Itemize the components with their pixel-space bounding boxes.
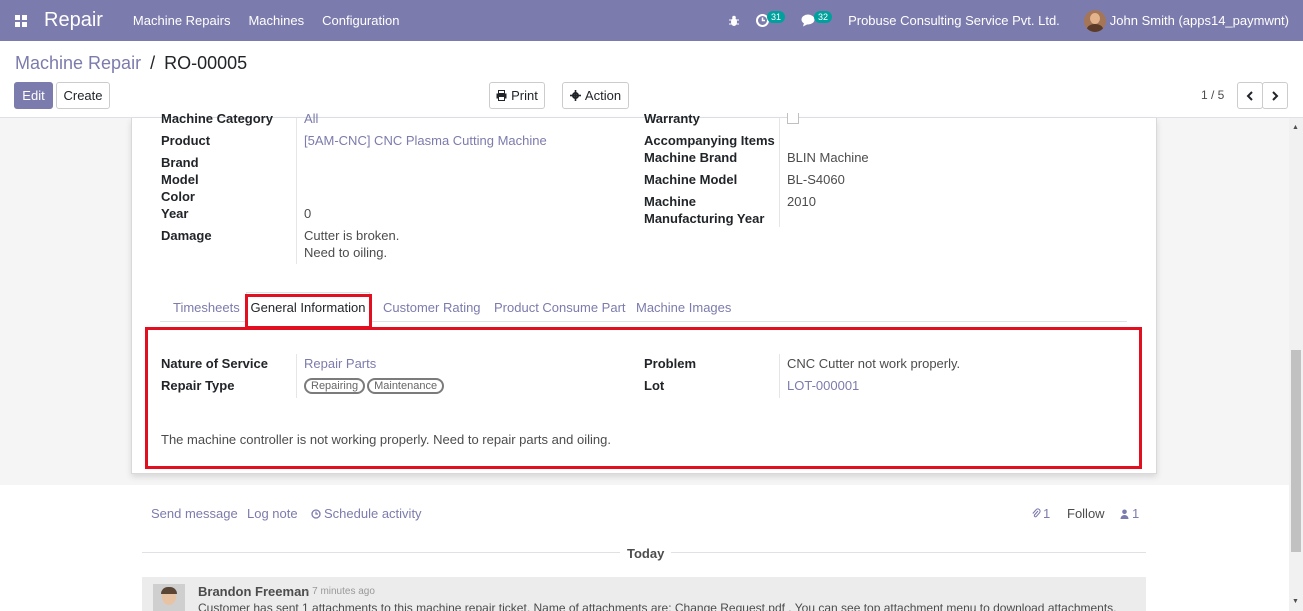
machine-category-value[interactable]: All bbox=[304, 111, 318, 126]
date-divider-label: Today bbox=[620, 546, 672, 561]
activity-count-badge: 31 bbox=[767, 10, 786, 23]
damage-line-1: Cutter is broken. bbox=[304, 228, 400, 243]
machine-model-value: BL-S4060 bbox=[787, 172, 845, 187]
highlight-tab-box bbox=[245, 294, 372, 329]
apps-menu-icon[interactable] bbox=[0, 0, 42, 41]
log-note-button[interactable]: Log note bbox=[247, 506, 298, 521]
message-body: Customer has sent 1 attachments to this … bbox=[198, 601, 1117, 611]
breadcrumb-parent[interactable]: Machine Repair bbox=[15, 53, 141, 73]
grid-icon bbox=[15, 14, 27, 27]
debug-bug-icon[interactable] bbox=[728, 15, 740, 27]
scroll-down-arrow-icon[interactable]: ▼ bbox=[1292, 598, 1299, 605]
product-value[interactable]: [5AM-CNC] CNC Plasma Cutting Machine bbox=[304, 133, 547, 148]
right-group-separator bbox=[779, 118, 780, 227]
breadcrumb-current: RO-00005 bbox=[164, 53, 248, 73]
tab-product-consume-part[interactable]: Product Consume Part bbox=[494, 300, 626, 315]
followers-button[interactable]: 1 bbox=[1120, 506, 1139, 521]
machine-brand-value: BLIN Machine bbox=[787, 150, 869, 165]
follow-button[interactable]: Follow bbox=[1067, 506, 1105, 521]
warranty-checkbox[interactable] bbox=[787, 113, 799, 124]
message-date: - 7 minutes ago bbox=[306, 586, 375, 597]
chatter-message: Brandon Freeman - 7 minutes ago Customer… bbox=[142, 577, 1146, 611]
edit-button[interactable]: Edit bbox=[14, 82, 53, 109]
tab-machine-images[interactable]: Machine Images bbox=[636, 300, 731, 315]
attachments-button[interactable]: 1 bbox=[1031, 506, 1050, 521]
damage-label: Damage bbox=[161, 228, 212, 243]
menu-machine-repairs[interactable]: Machine Repairs bbox=[133, 13, 231, 28]
user-menu[interactable]: John Smith (apps14_paymwnt) bbox=[1110, 13, 1289, 28]
damage-line-2: Need to oiling. bbox=[304, 245, 388, 260]
print-icon bbox=[496, 90, 507, 101]
message-author[interactable]: Brandon Freeman bbox=[198, 584, 309, 599]
model-label: Model bbox=[161, 172, 199, 187]
warranty-label: Warranty bbox=[644, 111, 700, 126]
tab-timesheets[interactable]: Timesheets bbox=[173, 300, 240, 315]
top-navbar: Repair Machine Repairs Machines Configur… bbox=[0, 0, 1303, 41]
send-message-button[interactable]: Send message bbox=[151, 506, 238, 521]
color-label: Color bbox=[161, 189, 195, 204]
activity-clock-icon[interactable]: 31 bbox=[756, 10, 786, 27]
chevron-right-icon bbox=[1272, 90, 1279, 101]
company-switcher[interactable]: Probuse Consulting Service Pvt. Ltd. bbox=[848, 13, 1060, 28]
highlight-content-box bbox=[145, 327, 1142, 469]
menu-configuration[interactable]: Configuration bbox=[322, 13, 399, 28]
year-value: 0 bbox=[304, 206, 312, 221]
brand-label: Brand bbox=[161, 155, 199, 170]
accompanying-items-label: Accompanying Items bbox=[644, 133, 775, 148]
schedule-activity-button[interactable]: Schedule activity bbox=[311, 506, 422, 521]
pager-next-button[interactable] bbox=[1262, 82, 1288, 109]
print-label: Print bbox=[511, 88, 538, 103]
scroll-up-arrow-icon[interactable]: ▲ bbox=[1292, 124, 1299, 131]
action-label: Action bbox=[584, 88, 622, 103]
manufacturing-year-label-line-1: Machine bbox=[644, 194, 697, 209]
followers-count: 1 bbox=[1132, 506, 1140, 521]
user-icon bbox=[1120, 509, 1129, 519]
create-button[interactable]: Create bbox=[56, 82, 110, 109]
product-label: Product bbox=[161, 133, 211, 148]
vertical-scrollbar[interactable]: ▲ ▼ bbox=[1289, 118, 1303, 611]
chevron-left-icon bbox=[1246, 90, 1253, 101]
breadcrumb: Machine Repair / RO-00005 bbox=[15, 53, 247, 74]
chatter: Send message Log note Schedule activity … bbox=[0, 485, 1289, 611]
breadcrumb-separator: / bbox=[150, 53, 156, 73]
control-panel: Machine Repair / RO-00005 Edit Create Pr… bbox=[0, 41, 1303, 118]
message-count-badge: 32 bbox=[814, 10, 833, 23]
machine-brand-label: Machine Brand bbox=[644, 150, 738, 165]
tab-customer-rating[interactable]: Customer Rating bbox=[383, 300, 481, 315]
user-avatar[interactable] bbox=[1083, 9, 1106, 32]
left-group-separator bbox=[296, 118, 297, 264]
print-button[interactable]: Print bbox=[489, 82, 545, 109]
schedule-activity-label: Schedule activity bbox=[324, 506, 422, 521]
action-button[interactable]: Action bbox=[562, 82, 629, 109]
author-avatar[interactable] bbox=[153, 584, 185, 611]
paperclip-icon bbox=[1032, 508, 1041, 518]
gear-icon bbox=[569, 90, 581, 101]
menu-machines[interactable]: Machines bbox=[248, 13, 304, 28]
machine-model-label: Machine Model bbox=[644, 172, 738, 187]
manufacturing-year-value: 2010 bbox=[787, 194, 816, 209]
machine-category-label: Machine Category bbox=[161, 111, 273, 126]
pager-value[interactable]: 1 / 5 bbox=[1201, 88, 1224, 102]
pager-previous-button[interactable] bbox=[1237, 82, 1263, 109]
clock-icon bbox=[311, 508, 321, 519]
app-title[interactable]: Repair bbox=[44, 9, 103, 32]
attachments-count: 1 bbox=[1043, 506, 1051, 521]
manufacturing-year-label-line-2: Manufacturing Year bbox=[644, 211, 765, 226]
year-label: Year bbox=[161, 206, 189, 221]
scrollbar-thumb[interactable] bbox=[1291, 350, 1301, 552]
messages-chat-icon[interactable]: 32 bbox=[801, 10, 833, 27]
